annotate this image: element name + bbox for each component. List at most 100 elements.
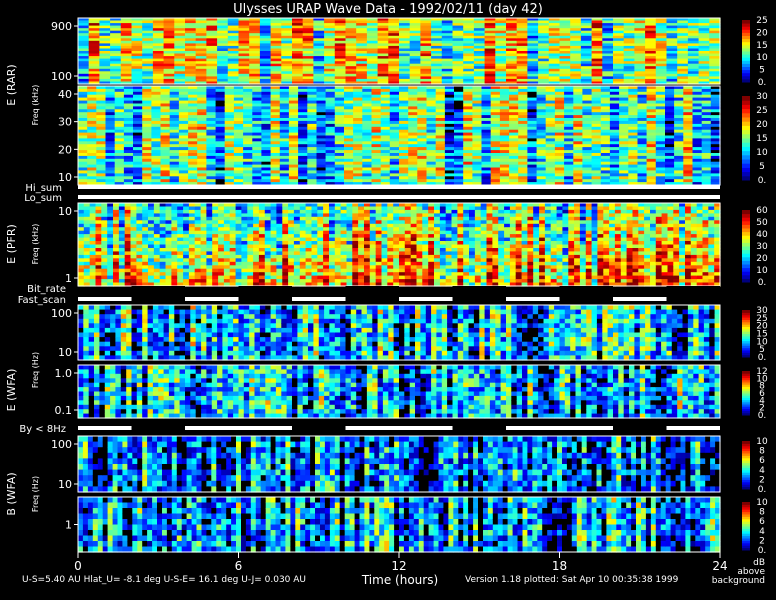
heatmap-cell <box>223 261 231 266</box>
heatmap-cell <box>200 268 207 273</box>
heatmap-cell <box>87 147 97 151</box>
colorbar-step <box>742 20 750 24</box>
heatmap-cell <box>188 216 196 221</box>
heatmap-cell <box>188 251 196 256</box>
heatmap-cell <box>229 234 237 239</box>
heatmap-cell <box>258 268 266 273</box>
heatmap-cell <box>124 220 132 225</box>
heatmap-cell <box>282 227 289 232</box>
heatmap-cell <box>247 227 254 232</box>
heatmap-cell <box>499 97 510 102</box>
heatmap-cell <box>113 203 120 208</box>
heatmap-cell <box>253 216 260 221</box>
heatmap-cell <box>83 251 91 256</box>
heatmap-cell <box>305 234 312 239</box>
heatmap-cell <box>305 261 312 266</box>
heatmap-cell <box>509 147 519 151</box>
heatmap-cell <box>509 120 519 125</box>
heatmap-cell <box>206 275 213 280</box>
heatmap-cell <box>454 170 464 174</box>
heatmap-cell <box>95 241 102 246</box>
heatmap-cell <box>637 147 648 151</box>
colorbar-step <box>742 133 750 139</box>
heatmap-cell <box>188 241 196 246</box>
heatmap-cell <box>600 147 611 151</box>
panel-rar-low: 40302010 <box>58 85 721 186</box>
heatmap-cell <box>136 261 143 266</box>
heatmap-cell <box>165 220 172 225</box>
heatmap-cell <box>646 120 657 125</box>
heatmap-cell <box>247 220 254 225</box>
heatmap-cell <box>124 244 132 249</box>
heatmap-cell <box>293 251 301 256</box>
heatmap-cell <box>223 275 231 280</box>
heatmap-cell <box>188 170 198 174</box>
heatmap-cell <box>107 227 114 232</box>
heatmap-cell <box>95 268 102 273</box>
heatmap-cell <box>334 147 345 151</box>
heatmap-cell <box>270 170 281 174</box>
heatmap-cell <box>160 170 171 174</box>
heatmap-cell <box>264 258 272 263</box>
heatmap-cell <box>83 209 91 214</box>
heatmap-cell <box>183 220 190 225</box>
heatmap-cell <box>463 120 473 125</box>
heatmap-cell <box>701 170 712 174</box>
heatmap-cell <box>235 227 242 232</box>
heatmap-cell <box>188 203 196 208</box>
heatmap-cell <box>241 244 248 249</box>
heatmap-cell <box>107 234 114 239</box>
heatmap-cell <box>311 244 318 249</box>
heatmap-cell <box>270 251 277 256</box>
heatmap-cell <box>78 216 85 221</box>
heatmap-cell <box>130 268 137 273</box>
heatmap-cell <box>188 120 198 125</box>
heatmap-cell <box>276 216 283 221</box>
heatmap-cell <box>527 97 538 102</box>
heatmap-cell <box>177 220 184 225</box>
colorbar-step <box>742 51 750 55</box>
heatmap-cell <box>311 258 318 263</box>
heatmap-cell <box>311 216 318 221</box>
heatmap-cell <box>223 203 231 208</box>
heatmap-cell <box>270 268 277 273</box>
heatmap-cell <box>218 227 225 232</box>
heatmap-cell <box>206 261 213 266</box>
heatmap-cell <box>288 261 295 266</box>
heatmap-cell <box>188 147 198 151</box>
heatmap-cell <box>118 234 126 239</box>
heatmap-cell <box>124 227 132 232</box>
heatmap-cell <box>194 203 202 208</box>
heatmap-cell <box>235 275 242 280</box>
heatmap-cell <box>218 241 225 246</box>
heatmap-cell <box>165 251 172 256</box>
heatmap-cell <box>160 147 171 151</box>
heatmap-cell <box>362 120 373 125</box>
heatmap-cell <box>107 241 114 246</box>
heatmap-cell <box>665 97 675 102</box>
heatmap-cell <box>253 227 260 232</box>
heatmap-cell <box>101 227 108 232</box>
heatmap-cell <box>153 275 161 280</box>
heatmap-cell <box>118 268 126 273</box>
heatmap-cell <box>490 170 501 174</box>
heatmap-cell <box>444 147 455 151</box>
heatmap-cell <box>655 120 666 125</box>
heatmap-cell <box>229 244 237 249</box>
heatmap-cell <box>258 234 266 239</box>
heatmap-cell <box>235 268 242 273</box>
heatmap-cell <box>101 203 108 208</box>
heatmap-cell <box>417 97 428 102</box>
heatmap-cell <box>270 258 277 263</box>
heatmap-cell <box>243 170 253 174</box>
heatmap-cell <box>499 120 510 125</box>
heatmap-cell <box>113 216 120 221</box>
heatmap-cell <box>142 261 149 266</box>
heatmap-cell <box>554 97 565 102</box>
heatmap-cell <box>293 203 301 208</box>
heatmap-cell <box>171 268 178 273</box>
heatmap-cell <box>89 258 97 263</box>
heatmap-cell <box>212 234 219 239</box>
heatmap-cell <box>435 170 446 174</box>
heatmap-cell <box>130 261 137 266</box>
